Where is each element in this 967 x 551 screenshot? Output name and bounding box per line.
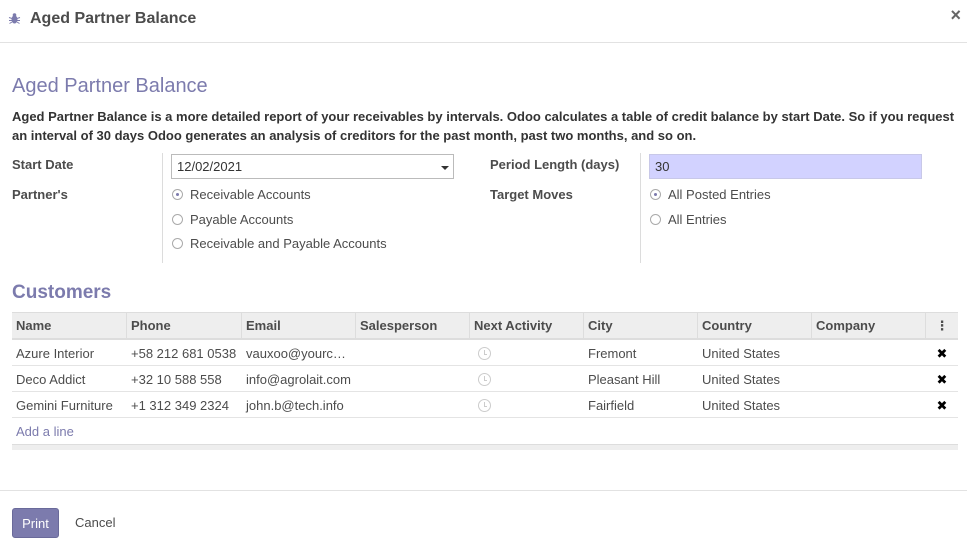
cell-company xyxy=(812,340,926,365)
column-header-email[interactable]: Email xyxy=(242,313,356,338)
radio-payable-accounts[interactable]: Payable Accounts xyxy=(172,212,293,227)
radio-all-entries[interactable]: All Entries xyxy=(650,212,727,227)
report-description: Aged Partner Balance is a more detailed … xyxy=(12,109,955,143)
start-date-label: Start Date xyxy=(12,157,74,172)
column-header-company[interactable]: Company xyxy=(812,313,926,338)
cell-email: john.b@tech.info xyxy=(246,398,344,413)
table-footer xyxy=(12,444,958,450)
bug-icon[interactable] xyxy=(8,12,21,25)
table-row[interactable]: Deco Addict +32 10 588 558 info@agrolait… xyxy=(12,366,958,392)
table-row[interactable]: Gemini Furniture +1 312 349 2324 john.b@… xyxy=(12,392,958,418)
cell-company xyxy=(812,392,926,417)
cell-phone: +1 312 349 2324 xyxy=(131,398,229,413)
radio-label: Receivable and Payable Accounts xyxy=(190,236,387,251)
close-button[interactable]: × xyxy=(950,5,961,25)
column-header-next-activity[interactable]: Next Activity xyxy=(470,313,584,338)
clock-icon[interactable] xyxy=(478,373,491,386)
cell-company xyxy=(812,366,926,391)
modal-header: Aged Partner Balance × xyxy=(0,0,967,43)
period-length-label: Period Length (days) xyxy=(490,157,620,172)
customers-section-title: Customers xyxy=(12,282,112,303)
cell-salesperson xyxy=(356,366,470,391)
radio-label: All Posted Entries xyxy=(668,187,771,202)
add-line-link[interactable]: Add a line xyxy=(12,418,958,444)
radio-label: Payable Accounts xyxy=(190,212,294,227)
radio-receivable-and-payable[interactable]: Receivable and Payable Accounts xyxy=(172,236,387,251)
cell-email: vauxoo@yourc… xyxy=(246,346,346,361)
cell-salesperson xyxy=(356,392,470,417)
cell-country: United States xyxy=(702,372,781,387)
radio-button[interactable] xyxy=(172,189,183,200)
print-button[interactable]: Print xyxy=(12,508,59,538)
column-header-phone[interactable]: Phone xyxy=(127,313,242,338)
radio-button[interactable] xyxy=(650,214,661,225)
cell-phone: +32 10 588 558 xyxy=(131,372,222,387)
column-header-salesperson[interactable]: Salesperson xyxy=(356,313,470,338)
column-header-name[interactable]: Name xyxy=(12,313,127,338)
cell-country: United States xyxy=(702,398,781,413)
target-moves-label: Target Moves xyxy=(490,187,573,202)
right-separator xyxy=(640,153,641,263)
delete-row-icon[interactable]: ✖ xyxy=(926,366,958,391)
modal-title: Aged Partner Balance xyxy=(30,10,197,27)
form-title: Aged Partner Balance xyxy=(12,75,208,97)
delete-row-icon[interactable]: ✖ xyxy=(926,340,958,365)
modal-footer: Print Cancel xyxy=(0,490,967,551)
cell-email: info@agrolait.com xyxy=(246,372,351,387)
cell-next-activity xyxy=(470,392,584,417)
clock-icon[interactable] xyxy=(478,399,491,412)
radio-button[interactable] xyxy=(172,214,183,225)
start-date-input[interactable]: 12/02/2021 xyxy=(171,154,454,179)
radio-label: All Entries xyxy=(668,212,727,227)
table-row[interactable]: Azure Interior +58 212 681 0538 vauxoo@y… xyxy=(12,340,958,366)
cell-city: Fremont xyxy=(588,346,637,361)
radio-button[interactable] xyxy=(650,189,661,200)
cancel-button[interactable]: Cancel xyxy=(75,515,115,530)
cell-city: Pleasant Hill xyxy=(588,372,661,387)
cell-next-activity xyxy=(470,340,584,365)
left-separator xyxy=(162,153,163,263)
table-header: Name Phone Email Salesperson Next Activi… xyxy=(12,312,958,340)
column-header-city[interactable]: City xyxy=(584,313,698,338)
column-header-country[interactable]: Country xyxy=(698,313,812,338)
cell-city: Fairfield xyxy=(588,398,635,413)
radio-label: Receivable Accounts xyxy=(190,187,311,202)
chevron-down-icon[interactable] xyxy=(441,166,449,170)
cell-phone: +58 212 681 0538 xyxy=(131,346,237,361)
delete-row-icon[interactable]: ✖ xyxy=(926,392,958,417)
cell-name: Deco Addict xyxy=(16,372,86,387)
customers-table: Name Phone Email Salesperson Next Activi… xyxy=(12,312,958,450)
partners-label: Partner's xyxy=(12,187,68,202)
radio-button[interactable] xyxy=(172,238,183,249)
cell-next-activity xyxy=(470,366,584,391)
start-date-value: 12/02/2021 xyxy=(177,159,243,174)
radio-all-posted-entries[interactable]: All Posted Entries xyxy=(650,187,771,202)
cell-name: Azure Interior xyxy=(16,346,95,361)
cell-salesperson xyxy=(356,340,470,365)
radio-receivable-accounts[interactable]: Receivable Accounts xyxy=(172,187,311,202)
optional-columns-icon[interactable]: ⋮ xyxy=(926,313,958,338)
period-length-input[interactable]: 30 xyxy=(649,154,922,179)
clock-icon[interactable] xyxy=(478,347,491,360)
cell-country: United States xyxy=(702,346,781,361)
cell-name: Gemini Furniture xyxy=(16,398,113,413)
